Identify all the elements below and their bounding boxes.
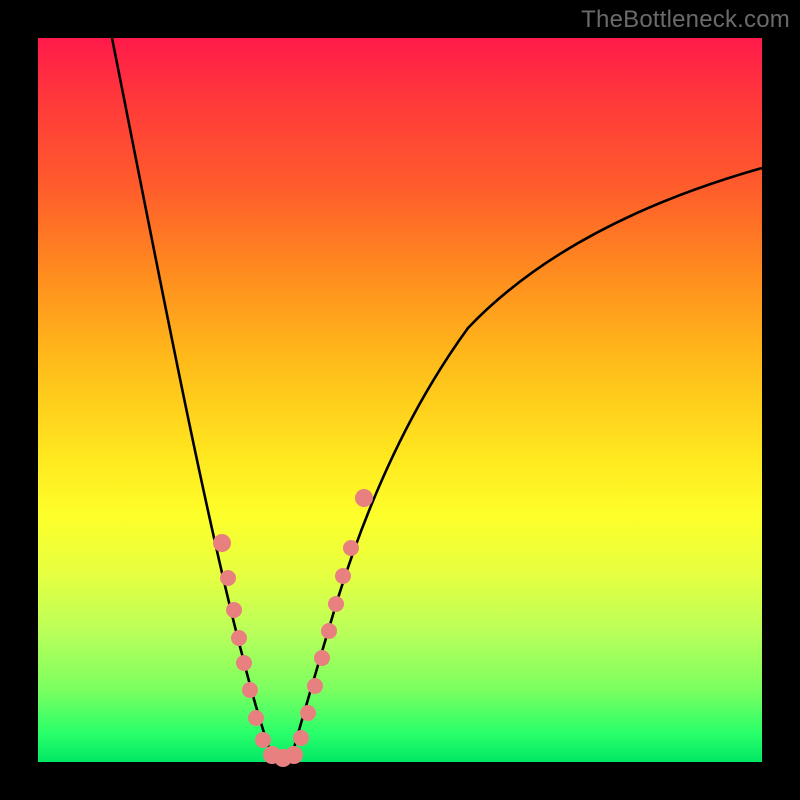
watermark-text: TheBottleneck.com bbox=[581, 6, 790, 34]
marker-dot bbox=[328, 596, 344, 612]
marker-dot bbox=[285, 746, 303, 764]
curve-right-arm bbox=[290, 168, 762, 762]
curve-left-arm bbox=[110, 28, 274, 762]
marker-dot bbox=[355, 489, 373, 507]
marker-dot bbox=[321, 623, 337, 639]
marker-dot bbox=[314, 650, 330, 666]
marker-dot bbox=[307, 678, 323, 694]
marker-dot bbox=[248, 710, 264, 726]
outer-frame: TheBottleneck.com bbox=[0, 0, 800, 800]
marker-dot bbox=[226, 602, 242, 618]
marker-dot bbox=[231, 630, 247, 646]
marker-dot bbox=[293, 730, 309, 746]
marker-dot bbox=[236, 655, 252, 671]
chart-svg bbox=[38, 38, 762, 762]
marker-dot bbox=[242, 682, 258, 698]
marker-dot bbox=[220, 570, 236, 586]
marker-dot bbox=[335, 568, 351, 584]
marker-dot bbox=[343, 540, 359, 556]
plot-area bbox=[38, 38, 762, 762]
marker-dot bbox=[255, 732, 271, 748]
marker-dot bbox=[300, 705, 316, 721]
marker-dot bbox=[213, 534, 231, 552]
